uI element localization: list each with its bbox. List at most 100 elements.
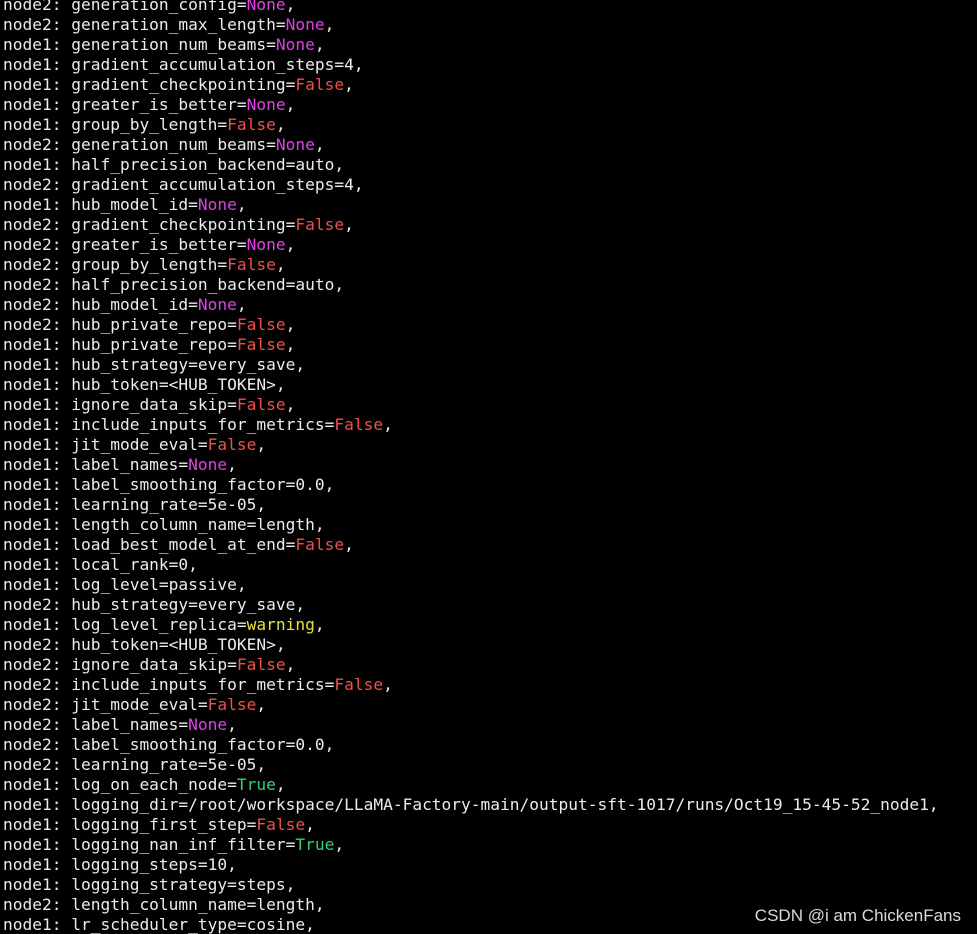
log-text: node1: gradient_checkpointing= [3,75,296,94]
log-text: node1: lr_scheduler_type=cosine, [3,915,315,934]
log-text: node2: ignore_data_skip= [3,655,237,674]
log-text: node1: logging_dir=/root/workspace/LLaMA… [3,795,939,814]
log-text: , [275,775,286,794]
terminal-line: node1: log_on_each_node=True, [3,775,939,795]
log-value-false: False [236,315,286,334]
log-text: node2: generation_config= [3,0,247,14]
terminal-line: node2: label_smoothing_factor=0.0, [3,735,939,755]
log-text: node1: logging_nan_inf_filter= [3,835,296,854]
log-text: , [324,15,335,34]
log-value-false: False [334,415,384,434]
log-text: node2: greater_is_better= [3,235,247,254]
terminal-line: node2: generation_num_beams=None, [3,135,939,155]
log-text: , [305,815,315,834]
log-text: , [383,675,393,694]
terminal-line: node2: gradient_checkpointing=False, [3,215,939,235]
terminal-line: node2: generation_config=None, [3,0,939,15]
log-text: node2: label_smoothing_factor=0.0, [3,735,335,754]
terminal-line: node2: generation_max_length=None, [3,15,939,35]
log-text: node2: hub_token=<HUB_TOKEN>, [3,635,286,654]
terminal-line: node1: label_names=None, [3,455,939,475]
log-text: node2: hub_model_id= [3,295,198,314]
terminal-line: node1: include_inputs_for_metrics=False, [3,415,939,435]
log-value-warning: warning [246,615,315,634]
log-text: node1: greater_is_better= [3,95,247,114]
terminal-line: node1: logging_strategy=steps, [3,875,939,895]
log-text: node1: jit_mode_eval= [3,435,208,454]
log-text: node1: local_rank=0, [3,555,198,574]
terminal-line: node2: hub_model_id=None, [3,295,939,315]
log-text: node1: generation_num_beams= [3,35,276,54]
log-text: node1: log_level_replica= [3,615,247,634]
terminal-line: node2: jit_mode_eval=False, [3,695,939,715]
log-text: , [314,135,325,154]
log-text: node1: logging_steps=10, [3,855,237,874]
log-value-none: None [197,195,237,214]
log-text: , [344,215,354,234]
log-text: node2: half_precision_backend=auto, [3,275,345,294]
log-text: node1: log_on_each_node= [3,775,237,794]
terminal-line: node2: group_by_length=False, [3,255,939,275]
log-text: , [275,115,286,134]
log-text: node2: hub_private_repo= [3,315,237,334]
terminal-line: node1: local_rank=0, [3,555,939,575]
terminal-line: node2: hub_token=<HUB_TOKEN>, [3,635,939,655]
log-value-false: False [227,255,276,274]
terminal-output[interactable]: node2: generation_config=None, node2: gen… [3,0,939,934]
log-text: , [285,655,296,674]
terminal-line: node1: hub_private_repo=False, [3,335,939,355]
log-text: node1: hub_strategy=every_save, [3,355,306,374]
log-value-none: None [246,95,286,114]
log-value-false: False [236,395,286,414]
log-text: , [344,75,354,94]
log-value-none: None [246,0,286,14]
log-value-false: False [227,115,276,134]
terminal-line: node2: hub_private_repo=False, [3,315,939,335]
log-value-false: False [236,655,286,674]
log-value-false: False [207,435,257,454]
log-value-true: True [236,775,276,794]
terminal-line: node1: gradient_accumulation_steps=4, [3,55,939,75]
terminal-line: node2: ignore_data_skip=False, [3,655,939,675]
log-text: node1: hub_private_repo= [3,335,237,354]
terminal-line: node1: greater_is_better=None, [3,95,939,115]
terminal-line: node1: label_smoothing_factor=0.0, [3,475,939,495]
log-text: , [285,315,296,334]
log-text: , [236,195,247,214]
log-text: node1: logging_strategy=steps, [3,875,296,894]
terminal-line: node1: logging_steps=10, [3,855,939,875]
terminal-window[interactable]: node2: generation_config=None, node2: gen… [0,0,977,934]
log-value-false: False [236,335,286,354]
terminal-line: node1: gradient_checkpointing=False, [3,75,939,95]
terminal-line: node1: jit_mode_eval=False, [3,435,939,455]
log-text: node2: gradient_checkpointing= [3,215,296,234]
terminal-line: node2: half_precision_backend=auto, [3,275,939,295]
log-text: node2: include_inputs_for_metrics= [3,675,335,694]
log-text: node2: group_by_length= [3,255,228,274]
log-text: , [344,535,354,554]
log-text: , [285,95,296,114]
terminal-line: node1: logging_nan_inf_filter=True, [3,835,939,855]
log-value-none: None [188,715,228,734]
terminal-line: node2: greater_is_better=None, [3,235,939,255]
log-text: node2: gradient_accumulation_steps=4, [3,175,364,194]
terminal-line: node1: load_best_model_at_end=False, [3,535,939,555]
log-text: , [285,395,296,414]
log-value-false: False [207,695,257,714]
terminal-line: node1: hub_token=<HUB_TOKEN>, [3,375,939,395]
log-value-false: False [256,815,306,834]
log-text: node1: hub_token=<HUB_TOKEN>, [3,375,286,394]
terminal-line: node2: hub_strategy=every_save, [3,595,939,615]
log-text: , [256,695,267,714]
log-text: , [285,235,296,254]
log-text: node1: hub_model_id= [3,195,198,214]
log-text: , [314,615,325,634]
log-value-none: None [246,235,286,254]
log-text: , [256,435,267,454]
log-value-none: None [188,455,228,474]
log-value-true: True [295,835,335,854]
terminal-line: node1: learning_rate=5e-05, [3,495,939,515]
terminal-line: node1: hub_model_id=None, [3,195,939,215]
terminal-line: node2: include_inputs_for_metrics=False, [3,675,939,695]
terminal-line: node1: length_column_name=length, [3,515,939,535]
